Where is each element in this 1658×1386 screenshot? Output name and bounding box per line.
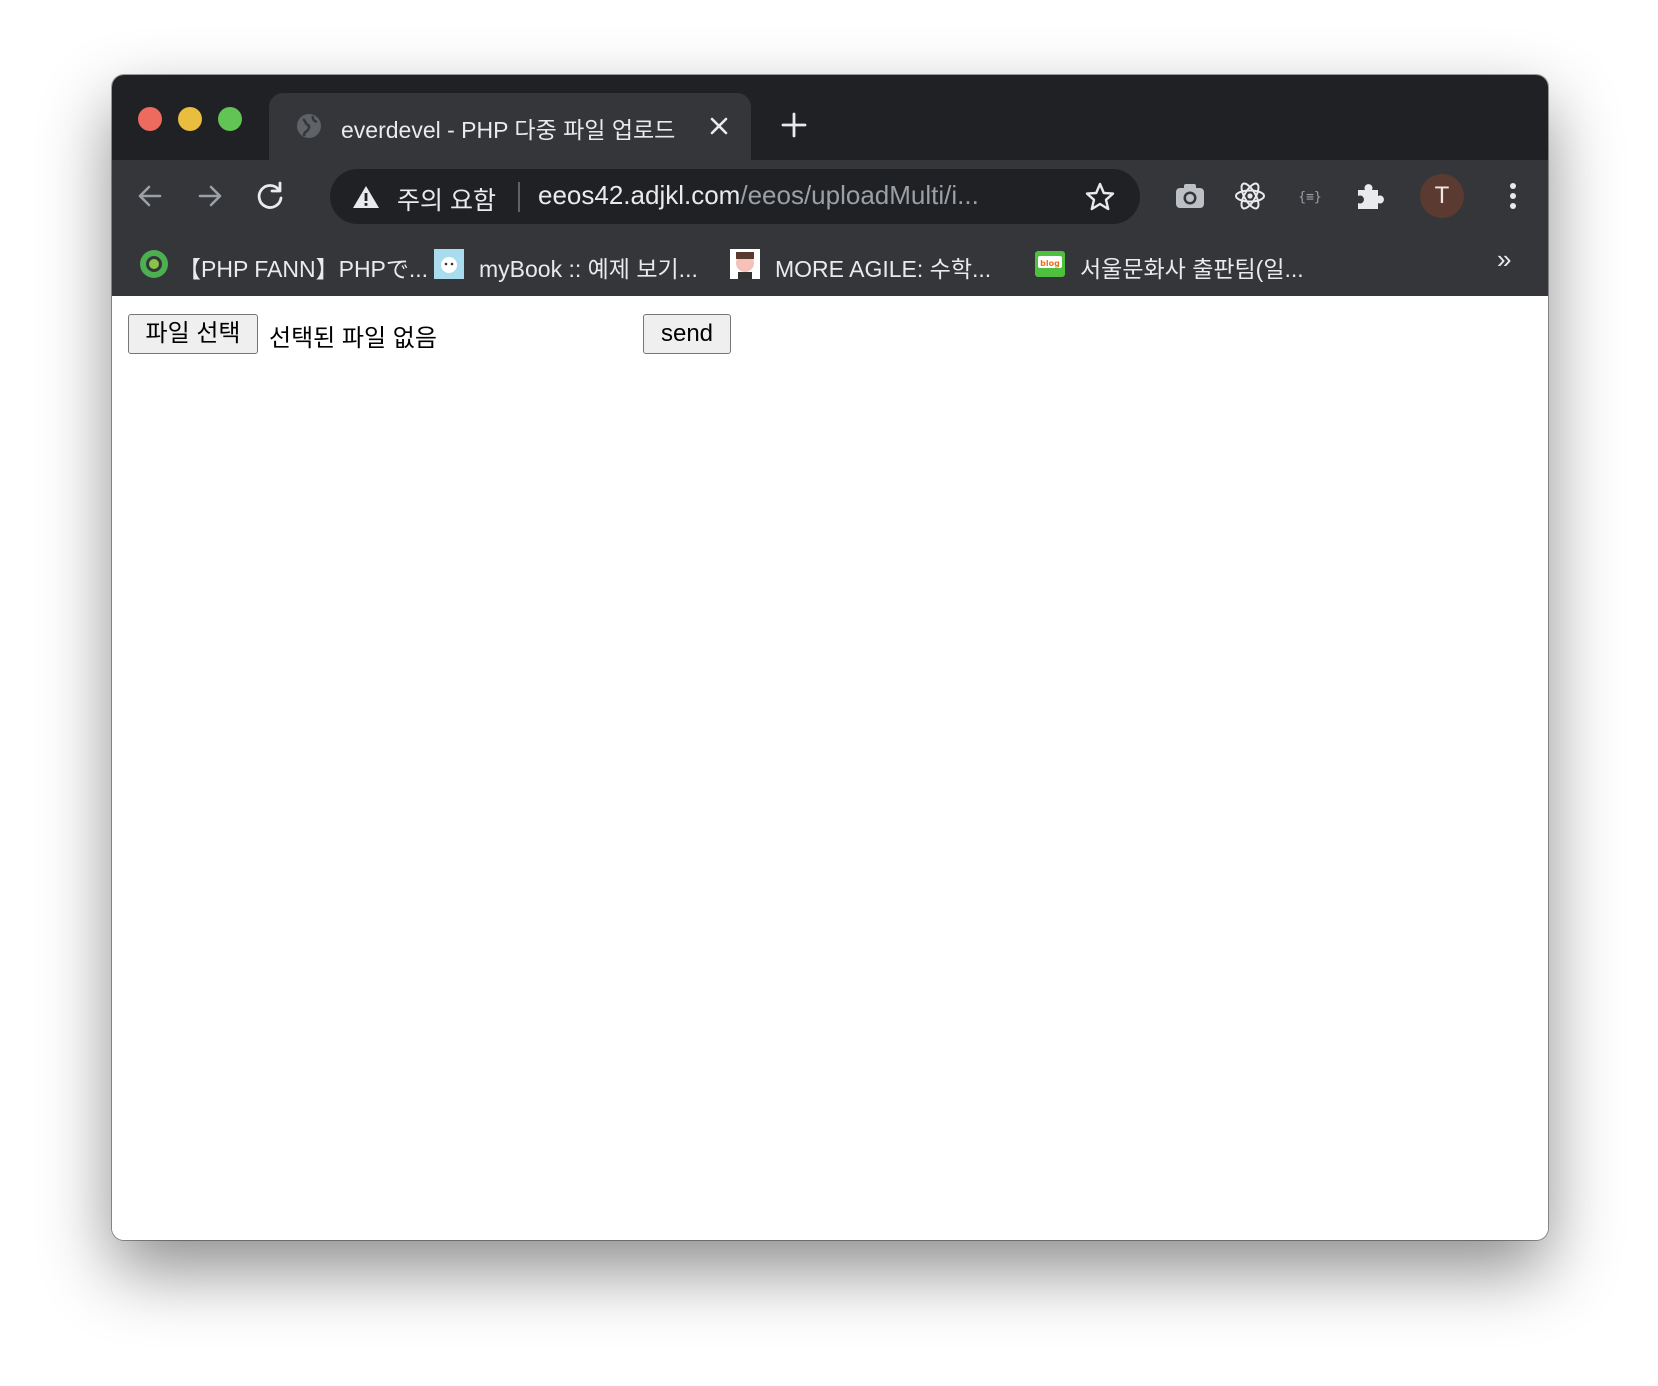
url-path: /eeos/uploadMulti/i...	[740, 180, 979, 210]
browser-window: everdevel - PHP 다중 파일 업로드 주의 요함 eeos42.a…	[112, 75, 1548, 1240]
url-text[interactable]: eeos42.adjkl.com/eeos/uploadMulti/i...	[538, 180, 1058, 211]
bookmark-label: 서울문화사 출판팀(일...	[1080, 256, 1304, 282]
warning-icon[interactable]	[352, 184, 380, 210]
profile-avatar[interactable]: T	[1420, 174, 1464, 218]
arrow-right-icon[interactable]	[192, 178, 228, 214]
globe-icon	[297, 114, 321, 138]
close-window-button[interactable]	[138, 107, 162, 131]
more-agile-icon	[730, 249, 760, 279]
toolbar: 주의 요함 eeos42.adjkl.com/eeos/uploadMulti/…	[112, 160, 1548, 232]
bookmarks-overflow-button[interactable]: »	[1497, 244, 1511, 275]
puzzle-icon[interactable]	[1352, 178, 1388, 214]
choose-file-button[interactable]: 파일 선택	[128, 314, 258, 354]
security-label[interactable]: 주의 요함	[397, 181, 496, 217]
svg-text:blog: blog	[1040, 259, 1060, 268]
arrow-left-icon[interactable]	[132, 178, 168, 214]
php-fann-icon	[140, 250, 168, 278]
send-button[interactable]: send	[643, 314, 731, 354]
json-braces-icon[interactable]: {≡}	[1292, 178, 1328, 214]
blog-icon: blog	[1035, 251, 1065, 277]
close-icon[interactable]	[707, 114, 731, 138]
mybook-icon	[434, 249, 464, 279]
bookmarks-bar: 【PHP FANN】PHPで... myBook :: 예제 보기... MOR…	[112, 232, 1548, 296]
minimize-window-button[interactable]	[178, 107, 202, 131]
reload-icon[interactable]	[252, 178, 288, 214]
page-content: 파일 선택 선택된 파일 없음 send	[112, 296, 1548, 1240]
active-tab[interactable]: everdevel - PHP 다중 파일 업로드	[269, 93, 751, 160]
tab-strip: everdevel - PHP 다중 파일 업로드	[112, 75, 1548, 160]
bookmark-label: myBook :: 예제 보기...	[479, 256, 698, 282]
url-host: eeos42.adjkl.com	[538, 180, 741, 210]
camera-icon[interactable]	[1172, 178, 1208, 214]
bookmark-label: MORE AGILE: 수학...	[775, 256, 992, 282]
file-status-text: 선택된 파일 없음	[269, 325, 437, 352]
star-icon[interactable]	[1084, 181, 1116, 213]
svg-text:{≡}: {≡}	[1298, 190, 1321, 205]
address-bar[interactable]: 주의 요함 eeos42.adjkl.com/eeos/uploadMulti/…	[330, 169, 1140, 224]
bookmark-label: 【PHP FANN】PHPで...	[178, 256, 429, 282]
kebab-menu-icon[interactable]	[1505, 178, 1521, 214]
tab-title: everdevel - PHP 다중 파일 업로드	[341, 117, 676, 143]
react-atom-icon[interactable]	[1232, 178, 1268, 214]
plus-icon[interactable]	[779, 110, 809, 140]
maximize-window-button[interactable]	[218, 107, 242, 131]
omnibox-divider	[518, 182, 520, 212]
